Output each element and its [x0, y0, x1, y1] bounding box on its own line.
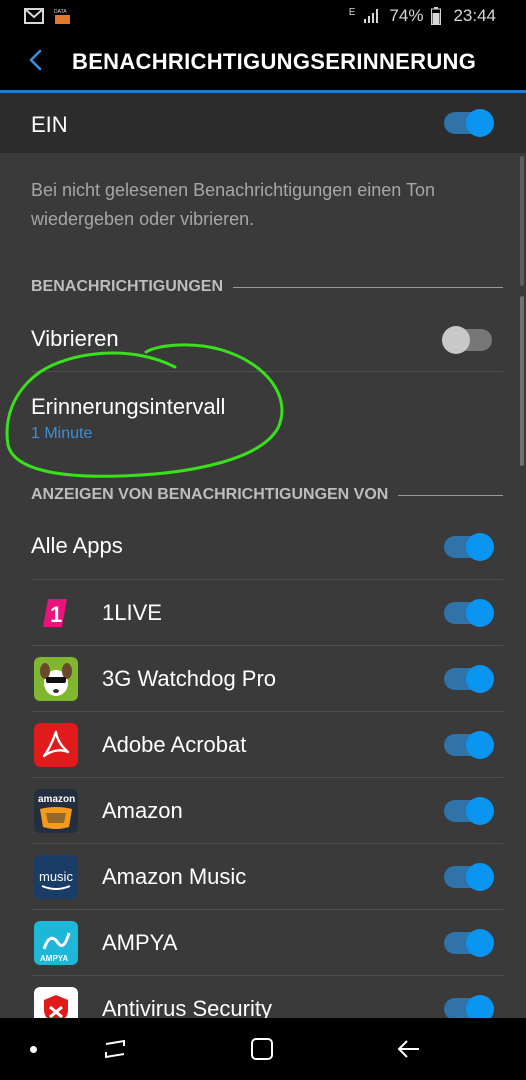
master-toggle[interactable] — [444, 109, 494, 137]
app-name: AMPYA — [102, 930, 178, 955]
vibrate-label: Vibrieren — [31, 326, 119, 351]
section-divider — [233, 286, 503, 288]
master-switch-label: EIN — [31, 112, 68, 137]
app-toggle[interactable] — [444, 665, 494, 693]
data-icon: DATA — [54, 9, 70, 24]
section-header-apps: ANZEIGEN VON BENACHRICHTIGUNGEN VON — [31, 485, 503, 505]
status-right-icons: E 74% 23:44 — [349, 6, 496, 26]
svg-text:DATA: DATA — [54, 9, 67, 15]
app-bar: BENACHRICHTIGUNGSERINNERUNG — [0, 34, 526, 93]
app-row-1live[interactable]: 1 1LIVE — [0, 580, 526, 646]
svg-text:amazon: amazon — [38, 794, 75, 805]
recent-apps-icon[interactable] — [102, 1036, 128, 1062]
scrollbar-top[interactable] — [520, 156, 524, 286]
app-toggle[interactable] — [444, 863, 494, 891]
app-name: 1LIVE — [102, 600, 162, 625]
app-row-3g-watchdog[interactable]: 3G Watchdog Pro — [0, 646, 526, 712]
toggle-thumb — [466, 533, 494, 561]
app-row-ampya[interactable]: AMPYA AMPYA — [0, 910, 526, 976]
all-apps-label: Alle Apps — [31, 533, 123, 558]
interval-value: 1 Minute — [31, 425, 93, 442]
interval-row[interactable]: Erinnerungsintervall 1 Minute — [0, 372, 526, 464]
mail-icon — [24, 8, 44, 24]
toggle-thumb — [442, 326, 470, 354]
section-divider — [398, 494, 503, 496]
toggle-thumb — [466, 929, 494, 957]
app-toggle[interactable] — [444, 731, 494, 759]
app-toggle[interactable] — [444, 929, 494, 957]
toggle-thumb — [466, 665, 494, 693]
all-apps-row[interactable]: Alle Apps — [0, 515, 526, 579]
app-name: Amazon — [102, 798, 183, 823]
all-apps-toggle[interactable] — [444, 533, 494, 561]
interval-label: Erinnerungsintervall — [31, 394, 226, 419]
app-row-adobe-acrobat[interactable]: Adobe Acrobat — [0, 712, 526, 778]
app-row-amazon[interactable]: amazon Amazon — [0, 778, 526, 844]
watchdog-icon — [34, 657, 78, 701]
signal-icon — [364, 9, 379, 23]
clock: 23:44 — [453, 6, 496, 25]
vibrate-toggle[interactable] — [442, 326, 492, 354]
vibrate-row[interactable]: Vibrieren — [0, 310, 526, 370]
svg-text:music: music — [39, 869, 73, 884]
amazon-icon: amazon — [34, 789, 78, 833]
section-title: BENACHRICHTIGUNGEN — [31, 278, 223, 295]
battery-icon — [431, 7, 442, 25]
scrollbar-thumb[interactable] — [520, 296, 524, 466]
page-title: BENACHRICHTIGUNGSERINNERUNG — [72, 49, 477, 74]
app-toggle[interactable] — [444, 599, 494, 627]
svg-text:AMPYA: AMPYA — [40, 954, 68, 963]
nav-dot-indicator — [30, 1046, 37, 1053]
back-nav-icon[interactable] — [395, 1036, 423, 1062]
app-name: Amazon Music — [102, 864, 247, 889]
ampya-icon: AMPYA — [34, 921, 78, 965]
status-bar: DATA E 74% 23:44 — [0, 0, 526, 34]
svg-text:1: 1 — [50, 602, 62, 627]
1live-icon: 1 — [34, 591, 78, 635]
battery-percent: 74% — [389, 6, 424, 25]
back-button[interactable] — [22, 46, 50, 74]
amazon-music-icon: music — [34, 855, 78, 899]
toggle-thumb — [466, 109, 494, 137]
acrobat-icon — [34, 723, 78, 767]
description-text: Bei nicht gelesenen Benachrichtigungen e… — [31, 180, 435, 229]
app-toggle[interactable] — [444, 797, 494, 825]
toggle-thumb — [466, 731, 494, 759]
master-switch-row[interactable]: EIN — [0, 93, 526, 153]
section-header-notifications: BENACHRICHTIGUNGEN — [31, 277, 503, 297]
status-left-icons: DATA — [24, 7, 72, 25]
section-title: ANZEIGEN VON BENACHRICHTIGUNGEN VON — [31, 486, 389, 503]
app-row-amazon-music[interactable]: music Amazon Music — [0, 844, 526, 910]
back-arrow-icon — [29, 49, 42, 71]
navigation-bar — [0, 1018, 526, 1080]
toggle-thumb — [466, 797, 494, 825]
toggle-thumb — [466, 599, 494, 627]
home-icon[interactable] — [249, 1036, 275, 1062]
app-name: Adobe Acrobat — [102, 732, 247, 757]
network-e-icon: E — [348, 6, 356, 18]
toggle-thumb — [466, 863, 494, 891]
app-name: 3G Watchdog Pro — [102, 666, 277, 691]
